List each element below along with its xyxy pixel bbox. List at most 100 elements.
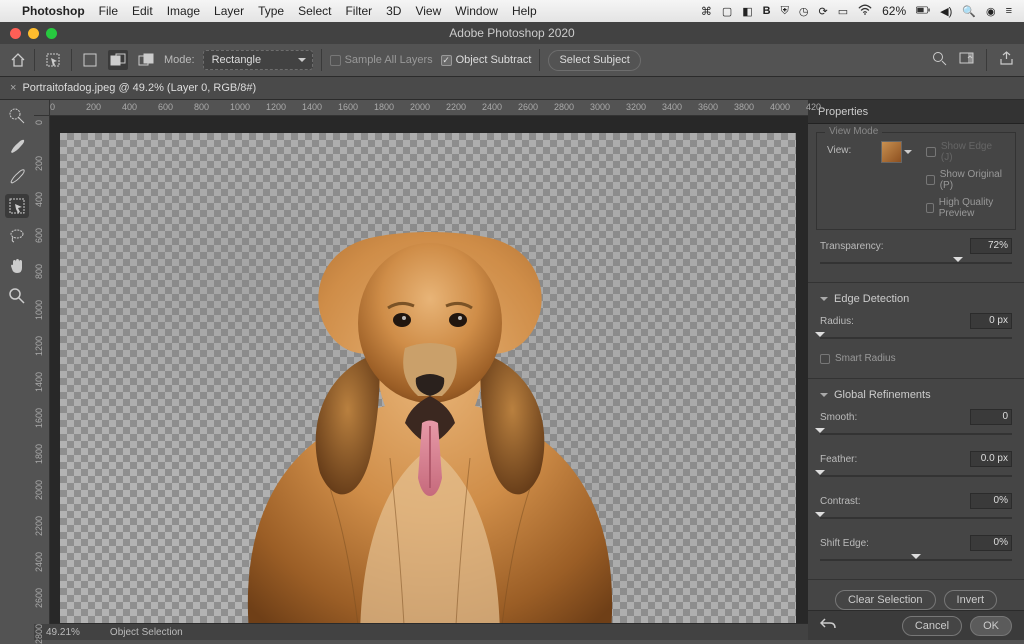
chevron-down-icon [820, 297, 828, 305]
zoom-level[interactable]: 49.21% [46, 627, 80, 638]
document-tab-label: Portraitofadog.jpeg @ 49.2% (Layer 0, RG… [22, 82, 256, 94]
screen-record-icon[interactable]: ▢ [722, 5, 732, 18]
mode-value: Rectangle [212, 54, 262, 66]
refine-brush-tool[interactable] [5, 164, 29, 188]
undo-icon[interactable] [820, 617, 836, 634]
sync-icon[interactable]: ⟳ [818, 5, 827, 18]
clear-selection-button[interactable]: Clear Selection [835, 590, 936, 610]
dog-image-layer[interactable] [210, 228, 650, 623]
contrast-label: Contrast: [820, 496, 864, 507]
close-tab-icon[interactable]: × [10, 82, 16, 94]
feather-label: Feather: [820, 454, 864, 465]
feather-value[interactable]: 0.0 px [970, 451, 1012, 467]
view-mode-legend: View Mode [825, 126, 882, 137]
wifi-icon[interactable] [858, 3, 872, 20]
select-subject-button[interactable]: Select Subject [548, 50, 640, 71]
mode-label: Mode: [164, 54, 195, 66]
hq-preview-checkbox[interactable]: High Quality Preview [926, 197, 1005, 219]
menu-layer[interactable]: Layer [214, 4, 244, 18]
ruler-origin[interactable] [34, 100, 50, 116]
sample-all-layers-checkbox[interactable]: Sample All Layers [330, 54, 433, 66]
menu-image[interactable]: Image [167, 4, 200, 18]
shift-edge-slider[interactable] [820, 555, 1012, 565]
window-title-bar: Adobe Photoshop 2020 [0, 22, 1024, 44]
sound-icon[interactable]: ◀) [940, 5, 952, 18]
smooth-slider[interactable] [820, 429, 1012, 439]
feather-slider[interactable] [820, 471, 1012, 481]
share-icon[interactable] [999, 51, 1014, 69]
new-selection-icon[interactable] [80, 50, 100, 70]
status-icon[interactable]: ⌘ [701, 5, 712, 18]
lasso-tool[interactable] [5, 224, 29, 248]
hand-tool[interactable] [5, 254, 29, 278]
menu-window[interactable]: Window [455, 4, 498, 18]
view-label: View: [827, 145, 871, 156]
ruler-horizontal[interactable]: 0200400600800100012001400160018002000220… [50, 100, 808, 116]
menu-3d[interactable]: 3D [386, 4, 401, 18]
quick-select-tool[interactable] [5, 104, 29, 128]
home-icon[interactable] [10, 52, 26, 68]
smooth-value[interactable]: 0 [970, 409, 1012, 425]
window-title: Adobe Photoshop 2020 [0, 26, 1024, 40]
object-select-tool[interactable] [5, 194, 29, 218]
menu-filter[interactable]: Filter [345, 4, 372, 18]
transparency-slider[interactable] [820, 258, 1012, 268]
document-tab[interactable]: × Portraitofadog.jpeg @ 49.2% (Layer 0, … [0, 77, 266, 99]
clock-icon[interactable]: ◷ [799, 5, 809, 18]
zoom-tool[interactable] [5, 284, 29, 308]
document-tab-bar: × Portraitofadog.jpeg @ 49.2% (Layer 0, … [0, 77, 1024, 100]
radius-slider[interactable] [820, 333, 1012, 343]
global-refinements-header[interactable]: Global Refinements [820, 389, 1012, 401]
spotlight-icon[interactable]: 🔍 [962, 5, 976, 18]
mac-status-icons: ⌘ ▢ ◧ B ⛨ ◷ ⟳ ▭ 62% ◀) 🔍 ◉ ≡ [701, 3, 1024, 20]
canvas-viewport[interactable] [50, 116, 808, 623]
subtract-selection-icon[interactable] [136, 50, 156, 70]
ok-button[interactable]: OK [970, 616, 1012, 636]
menu-select[interactable]: Select [298, 4, 331, 18]
invert-button[interactable]: Invert [944, 590, 998, 610]
object-select-tool-icon[interactable] [43, 50, 63, 70]
mode-dropdown[interactable]: Rectangle [203, 50, 313, 70]
menu-view[interactable]: View [415, 4, 441, 18]
chevron-down-icon [820, 393, 828, 401]
airplay-icon[interactable]: ▭ [838, 5, 848, 18]
object-subtract-checkbox[interactable]: ✓Object Subtract [441, 54, 532, 66]
select-subject-label: Select Subject [559, 54, 629, 66]
toolbox [0, 100, 34, 640]
search-icon[interactable] [932, 51, 947, 69]
contrast-value[interactable]: 0% [970, 493, 1012, 509]
show-edge-checkbox[interactable]: Show Edge (J) [926, 141, 1005, 163]
menu-file[interactable]: File [99, 4, 118, 18]
add-selection-icon[interactable] [108, 50, 128, 70]
radius-value[interactable]: 0 px [970, 313, 1012, 329]
status-icon[interactable]: ◧ [742, 5, 752, 18]
contrast-slider[interactable] [820, 513, 1012, 523]
show-original-checkbox[interactable]: Show Original (P) [926, 169, 1005, 191]
bitdefender-icon[interactable]: B [763, 5, 771, 17]
ruler-vertical[interactable]: 0200400600800100012001400160018002000220… [34, 116, 50, 624]
battery-icon[interactable] [916, 3, 930, 20]
smart-radius-checkbox[interactable]: Smart Radius [820, 353, 1012, 364]
app-name[interactable]: Photoshop [22, 4, 85, 18]
cancel-button[interactable]: Cancel [902, 616, 962, 636]
user-icon[interactable]: ◉ [986, 5, 996, 18]
panel-title[interactable]: Properties [808, 100, 1024, 124]
view-thumbnail-dropdown[interactable] [881, 141, 902, 163]
menu-edit[interactable]: Edit [132, 4, 153, 18]
canvas-status-bar: 49.21% Object Selection [34, 623, 808, 640]
properties-panel: Properties View Mode View: Show Edge (J)… [808, 100, 1024, 640]
brush-tool[interactable] [5, 134, 29, 158]
workspace-icon[interactable] [959, 51, 974, 69]
control-center-icon[interactable]: ≡ [1006, 5, 1012, 17]
shield-icon[interactable]: ⛨ [781, 5, 789, 18]
shift-edge-label: Shift Edge: [820, 538, 880, 549]
transparency-value[interactable]: 72% [970, 238, 1012, 254]
artboard[interactable] [60, 133, 796, 623]
menu-type[interactable]: Type [258, 4, 284, 18]
transparency-label: Transparency: [820, 241, 884, 252]
edge-detection-header[interactable]: Edge Detection [820, 293, 1012, 305]
status-tool: Object Selection [110, 627, 183, 638]
canvas-area: 0200400600800100012001400160018002000220… [34, 100, 808, 640]
menu-help[interactable]: Help [512, 4, 537, 18]
shift-edge-value[interactable]: 0% [970, 535, 1012, 551]
